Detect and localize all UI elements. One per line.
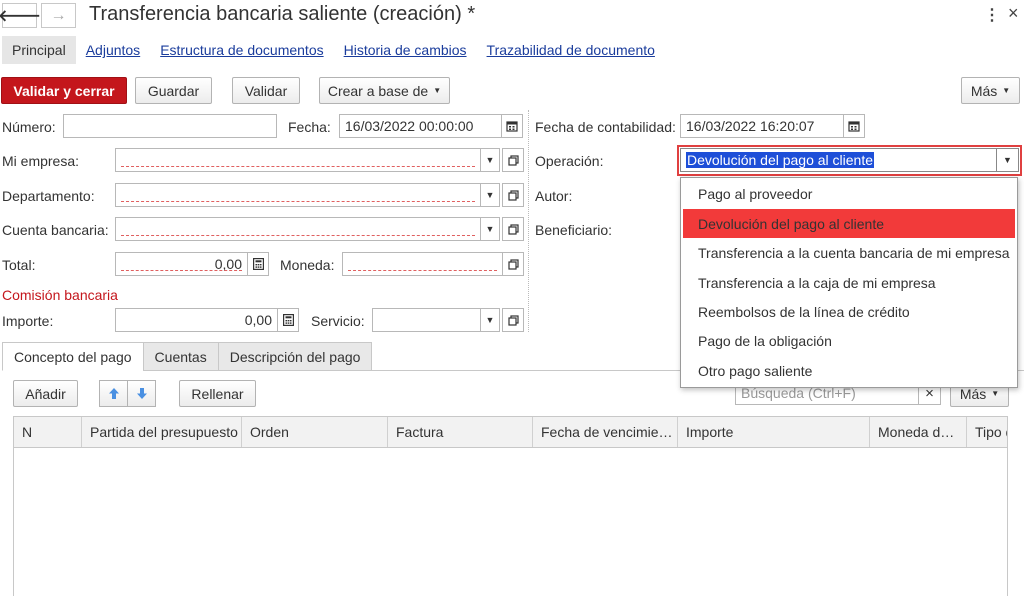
comision-bancaria-heading: Comisión bancaria: [2, 287, 118, 303]
dropdown-option[interactable]: Otro pago saliente: [683, 356, 1015, 385]
column-header-factura[interactable]: Factura: [388, 417, 533, 447]
open-icon[interactable]: [502, 252, 524, 276]
tab-historia[interactable]: Historia de cambios: [334, 36, 477, 64]
column-header-partida[interactable]: Partida del presupuesto: [82, 417, 242, 447]
chevron-down-icon[interactable]: ▼: [480, 308, 500, 332]
operacion-dropdown-list: Pago al proveedor Devolución del pago al…: [680, 177, 1018, 388]
column-header-orden[interactable]: Orden: [242, 417, 388, 447]
dropdown-option[interactable]: Reembolsos de la línea de crédito: [683, 297, 1015, 326]
moneda-input[interactable]: [342, 252, 503, 276]
chevron-down-icon[interactable]: ▼: [480, 183, 500, 207]
lower-tabs: Concepto del pago Cuentas Descripción de…: [2, 342, 373, 371]
dropdown-option-selected[interactable]: Devolución del pago al cliente: [683, 209, 1015, 238]
more-button[interactable]: Más ▼: [961, 77, 1020, 104]
calendar-icon[interactable]: [843, 114, 865, 138]
mi-empresa-input[interactable]: [115, 148, 481, 172]
servicio-input[interactable]: [372, 308, 481, 332]
move-down-button[interactable]: [127, 380, 156, 407]
cuenta-bancaria-input[interactable]: [115, 217, 481, 241]
table-header: N Partida del presupuesto Orden Factura …: [14, 417, 1007, 448]
save-button[interactable]: Guardar: [135, 77, 212, 104]
operacion-value: Devolución del pago al cliente: [686, 152, 875, 168]
dropdown-option[interactable]: Pago de la obligación: [683, 326, 1015, 355]
operacion-input[interactable]: Devolución del pago al cliente: [680, 148, 997, 172]
add-button[interactable]: Añadir: [13, 380, 78, 407]
operacion-label: Operación:: [535, 153, 604, 169]
calendar-icon[interactable]: [501, 114, 523, 138]
fecha-contabilidad-input[interactable]: 16/03/2022 16:20:07: [680, 114, 844, 138]
open-icon[interactable]: [502, 217, 524, 241]
beneficiario-label: Beneficiario:: [535, 222, 613, 238]
payment-concept-table: N Partida del presupuesto Orden Factura …: [13, 416, 1008, 596]
column-header-importe[interactable]: Importe: [678, 417, 870, 447]
departamento-input[interactable]: [115, 183, 481, 207]
forward-arrow-icon: →: [50, 6, 67, 24]
dropdown-option[interactable]: Pago al proveedor: [683, 179, 1015, 208]
servicio-label: Servicio:: [311, 313, 365, 329]
arrow-up-icon: [108, 388, 119, 399]
numero-input[interactable]: [63, 114, 277, 138]
open-icon[interactable]: [502, 148, 524, 172]
mi-empresa-label: Mi empresa:: [2, 153, 80, 169]
tab-descripcion-pago[interactable]: Descripción del pago: [217, 342, 373, 371]
column-header-n[interactable]: N: [14, 417, 82, 447]
forward-button[interactable]: →: [41, 3, 76, 28]
create-based-button[interactable]: Crear a base de ▼: [319, 77, 450, 104]
move-up-button[interactable]: [99, 380, 128, 407]
chevron-down-icon: ▼: [433, 86, 442, 95]
validate-button[interactable]: Validar: [232, 77, 300, 104]
calculator-icon[interactable]: [277, 308, 299, 332]
arrow-down-icon: [136, 388, 147, 399]
close-icon[interactable]: ×: [1008, 3, 1019, 24]
dropdown-option[interactable]: Transferencia a la cuenta bancaria de mi…: [683, 238, 1015, 267]
importe-value: 0,00: [244, 312, 272, 328]
nav-tabs: Principal Adjuntos Estructura de documen…: [0, 36, 665, 64]
moneda-label: Moneda:: [280, 257, 335, 273]
chevron-down-icon: ▼: [1002, 86, 1011, 95]
total-label: Total:: [2, 257, 36, 273]
departamento-label: Departamento:: [2, 188, 95, 204]
column-separator: [528, 110, 529, 332]
fecha-input[interactable]: 16/03/2022 00:00:00: [339, 114, 502, 138]
more-menu-icon[interactable]: ⋮: [984, 5, 1000, 25]
importe-label: Importe:: [2, 313, 54, 329]
chevron-down-icon[interactable]: ▼: [996, 148, 1019, 172]
tab-concepto-pago[interactable]: Concepto del pago: [2, 342, 144, 371]
tab-cuentas[interactable]: Cuentas: [142, 342, 219, 371]
create-based-label: Crear a base de: [327, 82, 429, 99]
open-icon[interactable]: [502, 308, 524, 332]
cuenta-bancaria-label: Cuenta bancaria:: [2, 222, 109, 238]
validate-close-button[interactable]: Validar y cerrar: [1, 77, 127, 104]
calculator-icon[interactable]: [247, 252, 269, 276]
fecha-contabilidad-label: Fecha de contabilidad:: [535, 119, 676, 135]
window-title: Transferencia bancaria saliente (creació…: [89, 3, 476, 25]
back-button[interactable]: 🡐: [0, 3, 41, 28]
autor-label: Autor:: [535, 188, 573, 204]
importe-input[interactable]: 0,00: [115, 308, 278, 332]
column-header-fecha-vencimiento[interactable]: Fecha de vencimie…: [533, 417, 678, 447]
tab-estructura[interactable]: Estructura de documentos: [150, 36, 333, 64]
numero-label: Número:: [2, 119, 56, 135]
back-arrow-icon: 🡐: [0, 8, 41, 25]
chevron-down-icon[interactable]: ▼: [480, 217, 500, 241]
chevron-down-icon[interactable]: ▼: [480, 148, 500, 172]
fill-button[interactable]: Rellenar: [179, 380, 256, 407]
tab-adjuntos[interactable]: Adjuntos: [76, 36, 150, 64]
open-icon[interactable]: [502, 183, 524, 207]
tab-principal[interactable]: Principal: [2, 36, 76, 64]
column-header-tipo[interactable]: Tipo d: [967, 417, 1007, 447]
fecha-label: Fecha:: [288, 119, 331, 135]
chevron-down-icon: ▼: [991, 389, 1000, 398]
dropdown-option[interactable]: Transferencia a la caja de mi empresa: [683, 268, 1015, 297]
column-header-moneda[interactable]: Moneda d…: [870, 417, 967, 447]
tab-trazabilidad[interactable]: Trazabilidad de documento: [477, 36, 665, 64]
more-label: Más: [970, 82, 998, 99]
total-input[interactable]: 0,00: [115, 252, 248, 276]
